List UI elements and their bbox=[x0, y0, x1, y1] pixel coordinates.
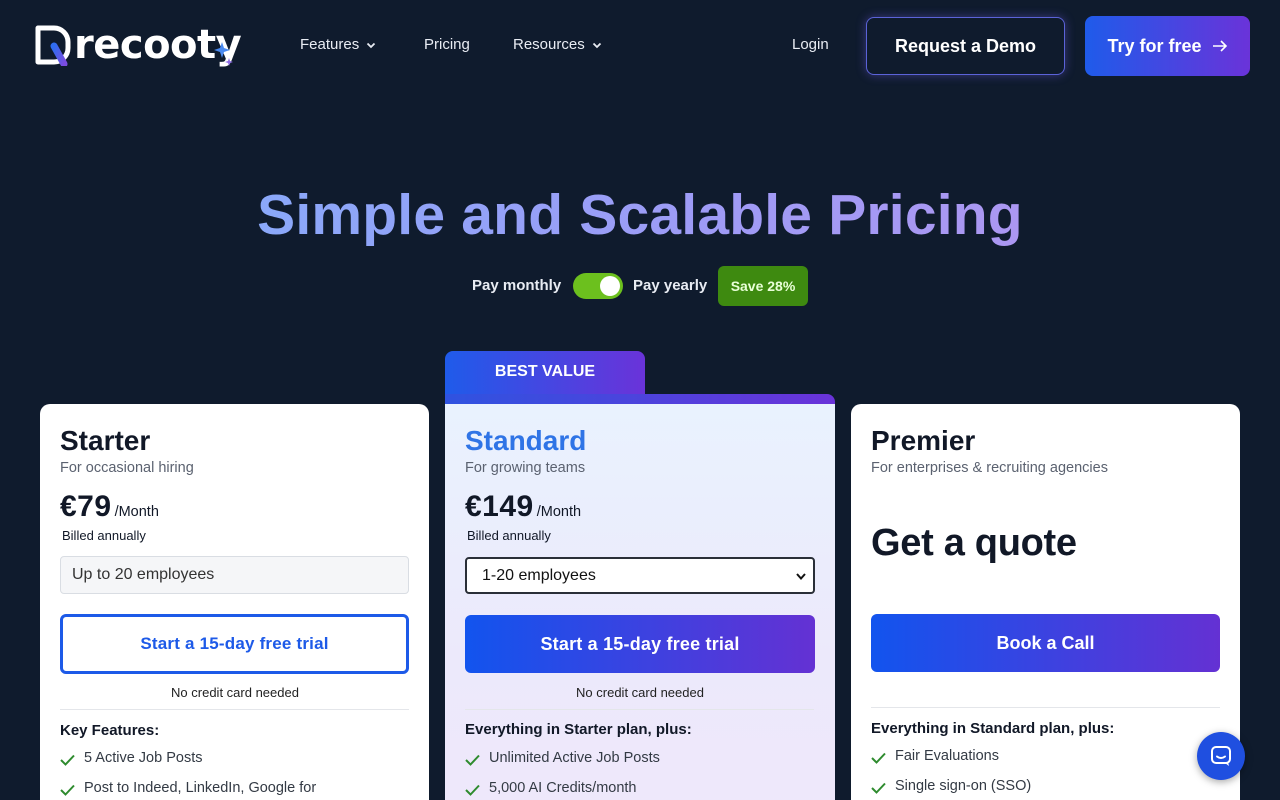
save-badge: Save 28% bbox=[718, 266, 808, 306]
best-value-strip bbox=[445, 394, 835, 404]
plan-card-premier: Premier For enterprises & recruiting age… bbox=[851, 404, 1240, 800]
plan-card-starter: Starter For occasional hiring €79 /Month… bbox=[40, 404, 429, 800]
plan-name: Premier bbox=[871, 425, 976, 456]
feature-text: Post to Indeed, LinkedIn, Google for bbox=[84, 780, 317, 796]
chevron-down-icon bbox=[367, 42, 376, 48]
toggle-knob bbox=[600, 276, 620, 296]
book-call-button[interactable]: Book a Call bbox=[871, 614, 1220, 672]
page-title: Simple and Scalable Pricing bbox=[0, 182, 1280, 248]
features-title: Everything in Starter plan, plus: bbox=[465, 721, 692, 738]
start-trial-button[interactable]: Start a 15-day free trial bbox=[465, 615, 815, 673]
nav-pricing-label: Pricing bbox=[424, 36, 470, 53]
check-icon bbox=[871, 752, 886, 764]
billing-period-toggle[interactable] bbox=[573, 273, 623, 299]
divider bbox=[465, 709, 814, 710]
nav-pricing[interactable]: Pricing bbox=[424, 36, 470, 53]
price-period: /Month bbox=[536, 504, 582, 520]
check-icon bbox=[465, 784, 480, 796]
billing-note: Billed annually bbox=[467, 528, 551, 543]
start-trial-button[interactable]: Start a 15-day free trial bbox=[60, 614, 409, 674]
billing-note: Billed annually bbox=[62, 528, 146, 543]
feature-item: Post to Indeed, LinkedIn, Google for bbox=[60, 780, 316, 800]
employee-range-field: Up to 20 employees bbox=[60, 556, 409, 594]
feature-text: 5 Active Job Posts bbox=[84, 750, 203, 766]
price-period: /Month bbox=[114, 504, 159, 520]
features-title: Everything in Standard plan, plus: bbox=[871, 720, 1115, 737]
chevron-down-icon bbox=[592, 42, 601, 48]
no-credit-card-note: No credit card needed bbox=[576, 685, 704, 700]
price-row: €149 /Month bbox=[465, 490, 581, 524]
price-row: €79 /Month bbox=[60, 490, 159, 524]
feature-text: Unlimited Active Job Posts bbox=[489, 750, 660, 766]
features-title: Key Features: bbox=[60, 722, 160, 739]
get-quote-heading: Get a quote bbox=[871, 522, 1077, 564]
try-free-button[interactable]: Try for free bbox=[1085, 16, 1250, 76]
try-free-label: Try for free bbox=[1107, 35, 1202, 56]
check-icon bbox=[60, 784, 75, 796]
plan-price: €149 bbox=[465, 490, 534, 523]
logo-mark-icon bbox=[35, 25, 71, 66]
login-link[interactable]: Login bbox=[792, 36, 829, 53]
chat-bubble-icon bbox=[1211, 746, 1231, 766]
feature-text: Single sign-on (SSO) bbox=[895, 778, 1032, 794]
pay-monthly-label[interactable]: Pay monthly bbox=[472, 277, 561, 294]
sparkle-icon bbox=[214, 42, 233, 66]
employee-range-value: 1-20 employees bbox=[482, 566, 596, 584]
plan-subtitle: For occasional hiring bbox=[60, 460, 194, 476]
plan-name: Starter bbox=[60, 425, 151, 456]
feature-item: Fair Evaluations bbox=[871, 748, 1031, 778]
best-value-tab: BEST VALUE bbox=[445, 351, 645, 395]
check-icon bbox=[871, 782, 886, 794]
feature-list: 5 Active Job Posts Post to Indeed, Linke… bbox=[60, 750, 316, 800]
site-header: recooty Features Pricing Resources Login… bbox=[0, 0, 1280, 92]
no-credit-card-note: No credit card needed bbox=[171, 685, 299, 700]
feature-item: Single sign-on (SSO) bbox=[871, 778, 1031, 800]
feature-item: 5,000 AI Credits/month bbox=[465, 780, 660, 800]
check-icon bbox=[60, 754, 75, 766]
plan-name: Standard bbox=[465, 425, 587, 456]
feature-list: Fair Evaluations Single sign-on (SSO) bbox=[871, 748, 1031, 800]
plan-subtitle: For growing teams bbox=[465, 460, 586, 476]
plan-price: €79 bbox=[60, 490, 112, 523]
arrow-right-icon bbox=[1212, 40, 1227, 52]
feature-list: Unlimited Active Job Posts 5,000 AI Cred… bbox=[465, 750, 660, 800]
pay-yearly-label[interactable]: Pay yearly bbox=[633, 277, 707, 294]
feature-item: 5 Active Job Posts bbox=[60, 750, 316, 780]
nav-resources[interactable]: Resources bbox=[513, 36, 603, 53]
employee-range-select[interactable]: 1-20 employees bbox=[465, 557, 815, 594]
divider bbox=[60, 709, 409, 710]
check-icon bbox=[465, 754, 480, 766]
request-demo-button[interactable]: Request a Demo bbox=[866, 17, 1065, 75]
nav-resources-label: Resources bbox=[513, 36, 585, 53]
nav-features[interactable]: Features bbox=[300, 36, 377, 53]
nav-features-label: Features bbox=[300, 36, 360, 53]
divider bbox=[871, 707, 1220, 708]
feature-item: Unlimited Active Job Posts bbox=[465, 750, 660, 780]
plan-card-standard: Standard For growing teams €149 /Month B… bbox=[445, 404, 835, 800]
feature-text: Fair Evaluations bbox=[895, 748, 999, 764]
chat-launcher-button[interactable] bbox=[1197, 732, 1245, 780]
feature-text: 5,000 AI Credits/month bbox=[489, 780, 637, 796]
chevron-down-icon bbox=[796, 573, 806, 581]
plan-subtitle: For enterprises & recruiting agencies bbox=[871, 460, 1108, 476]
